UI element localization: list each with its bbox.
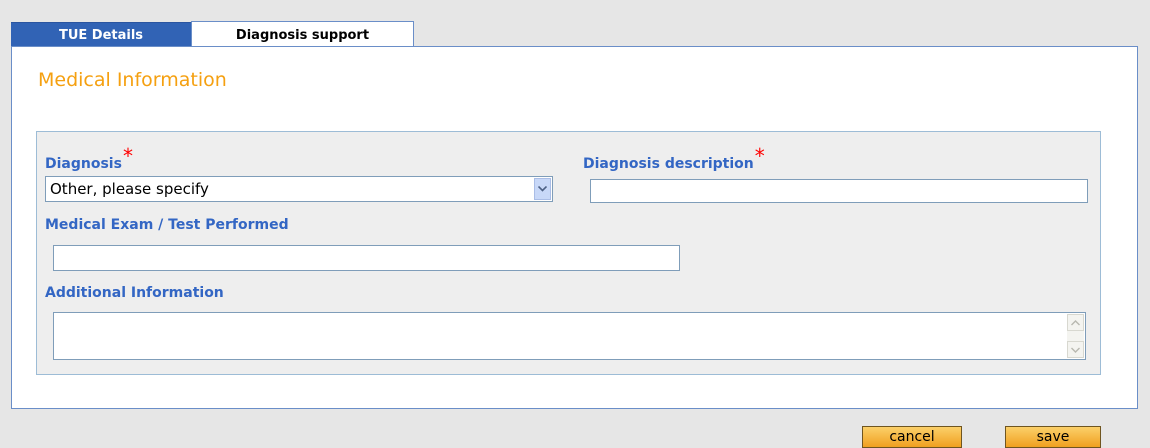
save-button-label: save <box>1036 429 1070 445</box>
diagnosis-label-text: Diagnosis <box>45 156 122 172</box>
tab-tue-details[interactable]: TUE Details <box>11 22 191 47</box>
cancel-button-label: cancel <box>889 429 935 445</box>
content-panel: Medical Information Diagnosis* Other, pl… <box>11 46 1138 409</box>
diagnosis-select[interactable]: Other, please specify <box>45 176 553 202</box>
additional-info-textarea[interactable] <box>53 312 1086 360</box>
section-title: Medical Information <box>38 69 227 91</box>
save-button[interactable]: save <box>1005 426 1101 448</box>
diagnosis-selected-value: Other, please specify <box>50 180 209 198</box>
medical-exam-input[interactable] <box>53 245 680 271</box>
diagnosis-description-input[interactable] <box>590 179 1088 203</box>
required-marker: * <box>122 144 133 168</box>
cancel-button[interactable]: cancel <box>862 426 962 448</box>
diagnosis-description-label: Diagnosis description* <box>583 144 765 173</box>
scroll-up-icon[interactable] <box>1067 314 1084 331</box>
tab-label: Diagnosis support <box>235 27 370 43</box>
diagnosis-description-label-text: Diagnosis description <box>583 156 754 172</box>
tab-label: TUE Details <box>58 27 144 43</box>
scroll-down-icon[interactable] <box>1067 341 1084 358</box>
tab-diagnosis-support[interactable]: Diagnosis support <box>191 21 414 48</box>
tab-bar: TUE Details Diagnosis support <box>11 21 414 48</box>
medical-exam-label: Medical Exam / Test Performed <box>45 217 289 233</box>
textarea-scrollbar[interactable] <box>1067 314 1084 358</box>
required-marker: * <box>754 144 765 168</box>
chevron-down-icon[interactable] <box>534 178 551 200</box>
additional-info-label: Additional Information <box>45 285 224 301</box>
diagnosis-label: Diagnosis* <box>45 144 133 173</box>
medical-info-fieldset: Diagnosis* Other, please specify Diagnos… <box>36 131 1101 375</box>
